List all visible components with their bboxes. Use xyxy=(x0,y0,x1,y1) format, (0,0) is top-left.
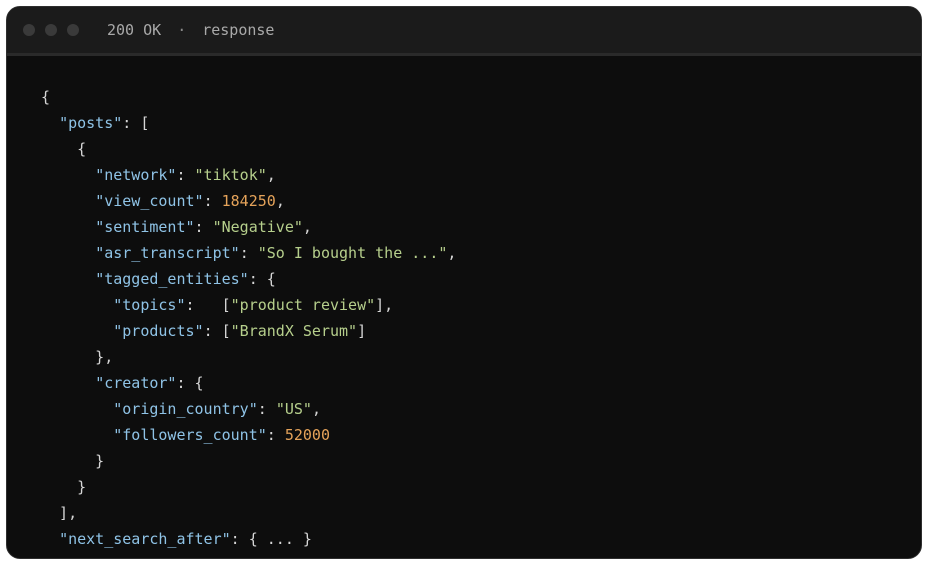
json-punct: : [ xyxy=(122,114,150,132)
json-punct: } xyxy=(41,478,87,496)
json-punct xyxy=(41,270,95,288)
json-punct: : { xyxy=(248,270,276,288)
json-string: "Negative" xyxy=(212,218,303,236)
json-punct: : xyxy=(257,400,276,418)
json-string: "So I bought the ..." xyxy=(257,244,448,262)
json-punct xyxy=(41,374,95,392)
code-line: } xyxy=(41,448,456,474)
title-separator: · xyxy=(177,21,187,39)
maximize-dot-icon[interactable] xyxy=(67,24,79,36)
json-punct xyxy=(41,322,113,340)
window-titlebar: 200 OK · response xyxy=(7,7,921,56)
code-line: } xyxy=(41,474,456,500)
json-number: 52000 xyxy=(284,426,330,444)
json-string: "US" xyxy=(275,400,312,418)
json-number: 184250 xyxy=(221,192,276,210)
json-key: "sentiment" xyxy=(95,218,195,236)
json-punct: : [ xyxy=(185,296,231,314)
json-key: "tagged_entities" xyxy=(95,270,249,288)
json-punct: } xyxy=(41,452,105,470)
json-punct xyxy=(41,530,59,548)
json-punct: : { xyxy=(176,374,204,392)
code-line: "posts": [ xyxy=(41,110,456,136)
code-line: "network": "tiktok", xyxy=(41,162,456,188)
json-punct: , xyxy=(311,400,321,418)
json-punct: : xyxy=(194,218,213,236)
json-punct xyxy=(41,192,95,210)
json-punct: ], xyxy=(41,504,78,522)
json-string: "product review" xyxy=(230,296,376,314)
code-line: { xyxy=(41,136,456,162)
json-punct: : xyxy=(266,426,285,444)
code-line: "next_search_after": { ... } xyxy=(41,526,456,552)
json-key: "products" xyxy=(113,322,204,340)
json-punct xyxy=(41,166,95,184)
json-punct: : [ xyxy=(203,322,231,340)
json-key: "asr_transcript" xyxy=(95,244,240,262)
json-punct: : xyxy=(203,192,222,210)
json-key: "next_search_after" xyxy=(59,530,231,548)
json-response-body: { "posts": [ { "network": "tiktok", "vie… xyxy=(41,84,456,558)
code-line: { xyxy=(41,84,456,110)
json-key: "creator" xyxy=(95,374,177,392)
json-punct xyxy=(41,218,95,236)
json-string: "tiktok" xyxy=(194,166,267,184)
json-punct xyxy=(41,244,95,262)
json-key: "network" xyxy=(95,166,177,184)
code-line: "topics": ["product review"], xyxy=(41,292,456,318)
json-punct xyxy=(41,426,113,444)
close-dot-icon[interactable] xyxy=(23,24,35,36)
code-line: "creator": { xyxy=(41,370,456,396)
json-punct: ] xyxy=(357,322,367,340)
json-key: "posts" xyxy=(59,114,123,132)
code-line: "origin_country": "US", xyxy=(41,396,456,422)
code-line: "tagged_entities": { xyxy=(41,266,456,292)
code-line: "sentiment": "Negative", xyxy=(41,214,456,240)
json-punct: : xyxy=(176,166,195,184)
window-controls xyxy=(23,24,89,36)
json-punct: : { ... } xyxy=(230,530,312,548)
json-punct xyxy=(41,296,113,314)
title-label: response xyxy=(202,21,275,39)
json-punct: : xyxy=(239,244,258,262)
code-line: } xyxy=(41,552,456,558)
json-punct: { xyxy=(41,88,51,106)
json-punct: , xyxy=(275,192,285,210)
code-line: "followers_count": 52000 xyxy=(41,422,456,448)
json-key: "origin_country" xyxy=(113,400,258,418)
window-title: 200 OK · response xyxy=(107,21,274,39)
minimize-dot-icon[interactable] xyxy=(45,24,57,36)
code-line: }, xyxy=(41,344,456,370)
json-punct: { xyxy=(41,140,87,158)
code-line: "view_count": 184250, xyxy=(41,188,456,214)
json-punct: } xyxy=(41,556,50,558)
json-punct: ], xyxy=(375,296,394,314)
code-line: ], xyxy=(41,500,456,526)
status-text: 200 OK xyxy=(107,21,162,39)
json-key: "followers_count" xyxy=(113,426,267,444)
json-punct: , xyxy=(302,218,312,236)
json-punct: , xyxy=(266,166,276,184)
json-punct xyxy=(41,114,59,132)
json-punct xyxy=(41,400,113,418)
json-string: "BrandX Serum" xyxy=(230,322,358,340)
json-key: "view_count" xyxy=(95,192,204,210)
json-punct: , xyxy=(447,244,457,262)
json-punct: }, xyxy=(41,348,114,366)
code-line: "asr_transcript": "So I bought the ...", xyxy=(41,240,456,266)
json-key: "topics" xyxy=(113,296,186,314)
code-line: "products": ["BrandX Serum"] xyxy=(41,318,456,344)
response-window: 200 OK · response { "posts": [ { "networ… xyxy=(6,6,922,559)
